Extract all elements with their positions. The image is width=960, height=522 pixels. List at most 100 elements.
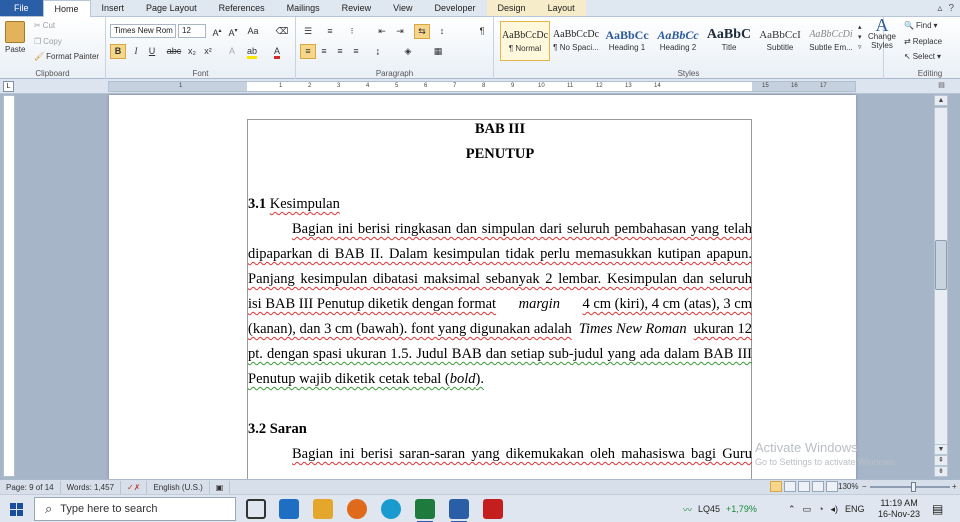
page-counter[interactable]: Page: 9 of 14 — [0, 480, 61, 494]
volume-icon[interactable]: ◂) — [831, 504, 839, 515]
font-color-button[interactable]: A — [269, 44, 285, 59]
justify-button[interactable]: ≡ — [348, 44, 364, 59]
mail-icon[interactable] — [279, 499, 299, 519]
language-indicator-tray[interactable]: ENG — [845, 504, 865, 514]
draft-view-icon[interactable] — [826, 481, 838, 492]
style-heading-2[interactable]: AaBbCc Heading 2 — [653, 21, 703, 61]
multilevel-list-icon[interactable]: ⁝ — [344, 24, 360, 39]
copy-button[interactable]: ❐ Copy — [34, 37, 62, 46]
shading-icon[interactable]: ◈ — [400, 44, 416, 59]
paste-button[interactable]: Paste — [5, 21, 25, 54]
format-painter-button[interactable]: 🖌 Format Painter — [34, 52, 99, 61]
sort-icon[interactable]: ↕ — [434, 24, 450, 39]
subscript-button[interactable]: x₂ — [184, 44, 200, 59]
windows-start-icon[interactable] — [10, 503, 23, 516]
style-title[interactable]: AaBbC Title — [704, 21, 754, 61]
borders-icon[interactable]: ▦ — [430, 44, 446, 59]
acrobat-icon[interactable] — [483, 499, 503, 519]
style-no-spacing[interactable]: AaBbCcDc ¶ No Spaci... — [551, 21, 601, 61]
font-size-dropdown[interactable]: 12 — [178, 24, 206, 38]
tab-page-layout[interactable]: Page Layout — [135, 0, 208, 16]
highlight-color-button[interactable]: ab — [244, 44, 260, 59]
system-clock[interactable]: 11:19 AM 16-Nov-23 — [878, 498, 920, 520]
bold-button[interactable]: B — [110, 44, 126, 59]
select-button[interactable]: ↖ Select ▾ — [904, 52, 941, 61]
tab-review[interactable]: Review — [331, 0, 383, 16]
scroll-up-icon[interactable]: ▲ — [934, 95, 948, 106]
chevron-up-icon[interactable]: ⌃ — [788, 504, 796, 515]
style-subtle-emphasis[interactable]: AaBbCcDi Subtle Em... — [806, 21, 856, 61]
style-subtitle[interactable]: AaBbCcI Subtitle — [755, 21, 805, 61]
cut-button[interactable]: ✂ Cut — [34, 21, 55, 30]
notification-icon[interactable]: ▤ — [932, 495, 943, 522]
stock-widget[interactable]: 〰 LQ45 +1,79% — [683, 495, 757, 522]
next-page-icon[interactable]: ⇟ — [934, 466, 948, 477]
document-page[interactable]: BAB III PENUTUP 3.1 Kesimpulan Bagian in… — [109, 95, 856, 489]
zoom-out-icon[interactable]: − — [862, 480, 867, 494]
taskbar-search-box[interactable]: ⌕ Type here to search — [34, 497, 236, 521]
tab-file[interactable]: File — [0, 0, 43, 16]
bullets-icon[interactable]: ☰ — [300, 24, 316, 39]
language-indicator[interactable]: English (U.S.) — [147, 480, 210, 494]
tab-developer[interactable]: Developer — [424, 0, 487, 16]
text-direction-icon[interactable]: ⇆ — [414, 24, 430, 39]
text-effects-button[interactable]: A — [224, 44, 240, 59]
zoom-in-icon[interactable]: + — [952, 480, 957, 494]
excel-icon[interactable] — [415, 499, 435, 522]
macro-icon[interactable]: ▣ — [210, 480, 231, 494]
superscript-button[interactable]: x² — [200, 44, 216, 59]
line-spacing-icon[interactable]: ↨ — [370, 44, 386, 59]
decrease-indent-icon[interactable]: ⇤ — [374, 24, 390, 39]
zoom-slider-knob[interactable] — [911, 482, 916, 492]
shrink-font-button[interactable]: A▾ — [225, 24, 241, 39]
align-center-button[interactable]: ≡ — [316, 44, 332, 59]
vertical-ruler[interactable] — [3, 95, 15, 477]
tab-insert[interactable]: Insert — [91, 0, 136, 16]
print-layout-view-icon[interactable] — [770, 481, 782, 492]
tab-design[interactable]: Design — [486, 0, 537, 16]
file-explorer-icon[interactable] — [313, 499, 333, 519]
help-icon[interactable]: ? — [948, 3, 954, 14]
change-styles-button[interactable]: A Change Styles — [864, 16, 900, 50]
tab-references[interactable]: References — [208, 0, 276, 16]
web-layout-view-icon[interactable] — [798, 481, 810, 492]
firefox-icon[interactable] — [347, 499, 367, 519]
word-count[interactable]: Words: 1,457 — [61, 480, 122, 494]
scroll-down-icon[interactable]: ▼ — [934, 444, 948, 455]
underline-button[interactable]: U — [144, 44, 160, 59]
tab-layout[interactable]: Layout — [536, 0, 586, 16]
tab-selector-icon[interactable]: L — [3, 81, 14, 92]
styles-scroll[interactable]: ▴ ▾ ▿ — [858, 23, 862, 51]
zoom-level[interactable]: 130% — [838, 480, 858, 494]
ruler-toggle-icon[interactable]: ▤ — [936, 81, 947, 92]
full-screen-view-icon[interactable] — [784, 481, 796, 492]
scroll-thumb[interactable] — [935, 240, 947, 290]
align-left-button[interactable]: ≡ — [300, 44, 316, 59]
clear-formatting-icon[interactable]: ⌫ — [274, 24, 290, 39]
tab-home[interactable]: Home — [42, 0, 91, 18]
style-normal[interactable]: AaBbCcDc ¶ Normal — [500, 21, 550, 61]
zoom-slider[interactable] — [870, 486, 950, 488]
grow-font-button[interactable]: A▴ — [209, 24, 225, 39]
replace-button[interactable]: ⇄ Replace — [904, 37, 942, 46]
italic-button[interactable]: I — [128, 44, 144, 59]
increase-indent-icon[interactable]: ⇥ — [392, 24, 408, 39]
proofing-icon[interactable]: ✓✗ — [121, 480, 148, 494]
previous-page-icon[interactable]: ⇞ — [934, 455, 948, 466]
tab-view[interactable]: View — [382, 0, 423, 16]
find-button[interactable]: 🔍 Find ▾ — [904, 21, 938, 30]
align-right-button[interactable]: ≡ — [332, 44, 348, 59]
word-icon[interactable] — [449, 499, 469, 522]
horizontal-ruler[interactable]: 1 1 2 3 4 5 6 7 8 9 10 11 12 13 14 15 16… — [108, 81, 856, 92]
numbering-icon[interactable]: ≡ — [322, 24, 338, 39]
outline-view-icon[interactable] — [812, 481, 824, 492]
edge-icon[interactable] — [381, 499, 401, 519]
strikethrough-button[interactable]: abc — [166, 44, 182, 59]
network-icon[interactable]: ▭ — [803, 504, 812, 515]
task-view-icon[interactable] — [246, 499, 266, 519]
wifi-icon[interactable]: ◔ — [818, 504, 823, 514]
show-formatting-icon[interactable]: ¶ — [474, 24, 490, 39]
tab-mailings[interactable]: Mailings — [276, 0, 331, 16]
font-name-dropdown[interactable]: Times New Rom — [110, 24, 176, 38]
minimize-ribbon-icon[interactable]: ▵ — [937, 3, 942, 14]
